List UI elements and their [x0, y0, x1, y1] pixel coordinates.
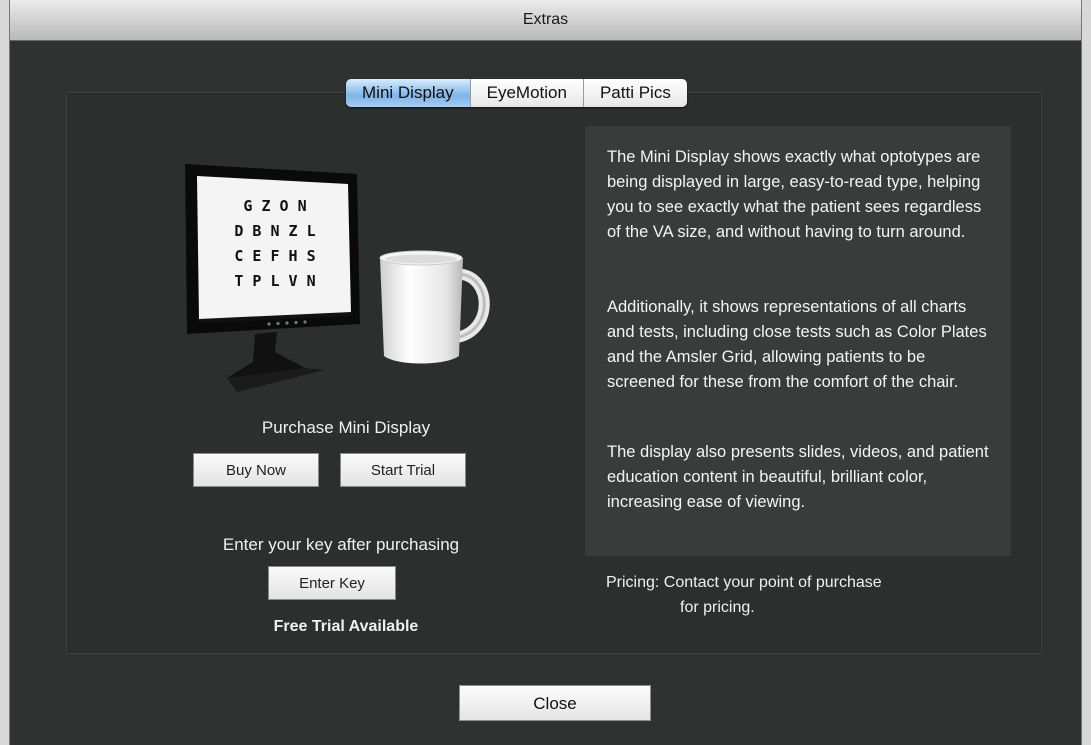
- enter-key-button[interactable]: Enter Key: [268, 566, 396, 600]
- mini-display-illustration: G Z O N D B N Z L C E F H S T P L V N: [185, 164, 490, 392]
- tab-bar: Mini Display EyeMotion Patti Pics: [346, 79, 687, 107]
- chart-row-4: T P L V N: [234, 272, 315, 290]
- description-box: The Mini Display shows exactly what opto…: [584, 125, 1012, 557]
- buy-now-button[interactable]: Buy Now: [193, 453, 319, 487]
- mug-icon: [379, 250, 490, 364]
- extras-window: Extras Mini Display EyeMotion Patti Pics: [10, 0, 1081, 745]
- title-bar[interactable]: Extras: [10, 0, 1081, 41]
- key-prompt: Enter your key after purchasing: [222, 535, 460, 554]
- purchase-heading: Purchase Mini Display: [261, 418, 431, 437]
- chart-row-3: C E F H S: [234, 247, 315, 265]
- chart-row-2: D B N Z L: [234, 222, 315, 240]
- tab-mini-display[interactable]: Mini Display: [346, 79, 471, 107]
- pricing-line-1: Pricing: Contact your point of purchase: [606, 574, 882, 591]
- close-button[interactable]: Close: [459, 685, 651, 721]
- tab-patti-pics[interactable]: Patti Pics: [583, 79, 687, 107]
- free-trial-note: Free Trial Available: [273, 618, 419, 635]
- description-paragraph-2: Additionally, it shows representations o…: [607, 298, 987, 391]
- window-title: Extras: [522, 11, 569, 28]
- tab-eyemotion[interactable]: EyeMotion: [470, 79, 584, 107]
- description-paragraph-3: The display also presents slides, videos…: [607, 443, 989, 511]
- pricing-line-2: for pricing.: [680, 599, 755, 616]
- description-paragraph-1: The Mini Display shows exactly what opto…: [607, 148, 982, 241]
- start-trial-button[interactable]: Start Trial: [340, 453, 466, 487]
- chart-row-1: G Z O N: [243, 197, 306, 215]
